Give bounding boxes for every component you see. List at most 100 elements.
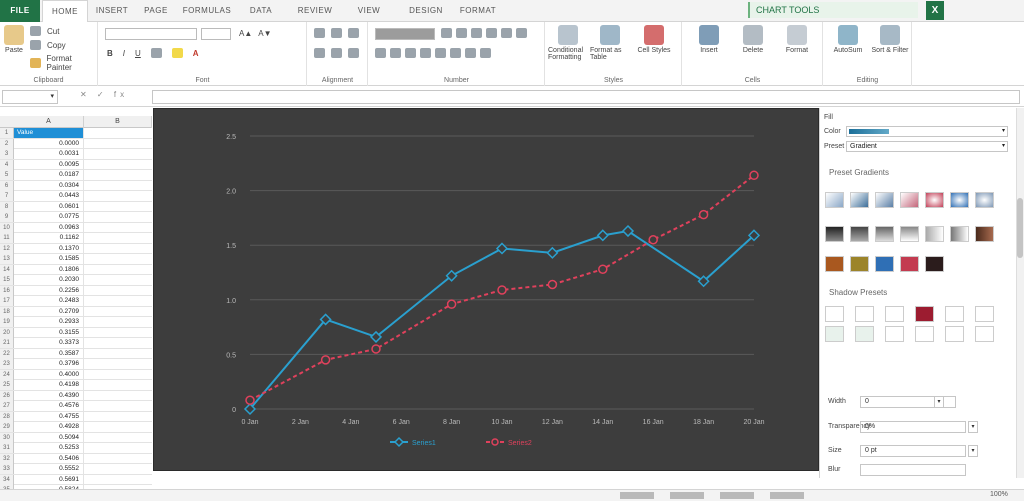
increase-decimal-icon[interactable] [486, 28, 497, 38]
name-box[interactable]: ▾ [2, 90, 58, 104]
value-cell[interactable]: 0.2709 [14, 306, 84, 317]
empty-cell[interactable] [84, 212, 152, 222]
row-number[interactable]: 27 [0, 401, 14, 411]
number-extra-icon[interactable] [465, 48, 476, 58]
formula-icons[interactable]: ✕ ✓ fx [80, 90, 128, 99]
row-number[interactable]: 20 [0, 327, 14, 338]
tab-format[interactable]: FORMAT [452, 0, 504, 22]
row-number[interactable]: 32 [0, 453, 14, 464]
row-number[interactable]: 28 [0, 411, 14, 422]
empty-cell[interactable] [84, 422, 152, 432]
row-number[interactable]: 25 [0, 380, 14, 390]
empty-cell[interactable] [84, 139, 152, 149]
merge-icon[interactable] [405, 48, 416, 58]
line-style-swatch[interactable] [885, 306, 904, 322]
empty-cell[interactable] [84, 475, 152, 485]
empty-cell[interactable] [84, 391, 152, 401]
cell-styles-button[interactable]: Cell Styles [634, 25, 674, 54]
tab-file[interactable]: FILE [0, 0, 40, 22]
empty-cell[interactable] [84, 433, 152, 443]
row-number[interactable]: 13 [0, 254, 14, 264]
line-style-swatch[interactable] [945, 306, 964, 322]
empty-cell[interactable] [84, 380, 152, 390]
size-spinner[interactable]: ▾ [968, 445, 978, 457]
gradient-swatch[interactable] [950, 192, 969, 208]
empty-cell[interactable] [84, 359, 152, 369]
value-cell[interactable]: 0.1162 [14, 233, 84, 243]
line-style-swatch[interactable] [975, 306, 994, 322]
line-style-swatch[interactable] [825, 326, 844, 342]
row-number[interactable]: 5 [0, 170, 14, 180]
gradient-swatch[interactable] [850, 226, 869, 242]
value-cell[interactable]: 0.4390 [14, 390, 84, 401]
value-cell[interactable]: 0.4000 [14, 369, 84, 380]
row-number[interactable]: 6 [0, 180, 14, 191]
line-style-swatch[interactable] [885, 326, 904, 342]
empty-cell[interactable] [84, 349, 152, 359]
row-number[interactable]: 26 [0, 390, 14, 401]
empty-cell[interactable] [84, 191, 152, 201]
width-spinner[interactable]: ▾ [934, 396, 944, 408]
tab-data[interactable]: DATA [236, 0, 286, 22]
solid-color-swatch[interactable] [825, 256, 844, 272]
row-number[interactable]: 11 [0, 233, 14, 243]
sort-filter-button[interactable]: Sort & Filter [870, 25, 910, 54]
color-select[interactable]: ▾ [846, 126, 1008, 137]
format-painter-button[interactable]: Format Painter [30, 54, 97, 72]
size-input[interactable]: 0 pt [860, 445, 966, 457]
align-center-icon[interactable] [331, 48, 342, 58]
value-cell[interactable]: 0.4198 [14, 380, 84, 390]
gradient-swatch[interactable] [850, 192, 869, 208]
gradient-swatch[interactable] [900, 192, 919, 208]
value-cell[interactable]: 0.0963 [14, 222, 84, 233]
value-cell[interactable]: 0.5691 [14, 474, 84, 485]
value-cell[interactable]: 0.4928 [14, 422, 84, 432]
italic-icon[interactable]: I [123, 49, 125, 58]
empty-cell[interactable] [84, 265, 152, 275]
font-size-select[interactable] [201, 28, 231, 40]
paste-button[interactable]: Paste [4, 25, 24, 54]
currency-icon[interactable] [441, 28, 452, 38]
empty-cell[interactable] [84, 254, 152, 264]
row-number[interactable]: 4 [0, 159, 14, 170]
gradient-swatch[interactable] [975, 192, 994, 208]
line-style-swatch[interactable] [855, 326, 874, 342]
line-style-swatch[interactable] [825, 306, 844, 322]
gradient-swatch[interactable] [975, 226, 994, 242]
empty-cell[interactable] [84, 317, 152, 327]
value-cell[interactable]: 0.0095 [14, 159, 84, 170]
gradient-swatch[interactable] [825, 192, 844, 208]
empty-cell[interactable] [84, 160, 152, 170]
empty-cell[interactable] [84, 275, 152, 285]
line-style-swatch[interactable] [945, 326, 964, 342]
row-number[interactable]: 16 [0, 285, 14, 296]
value-cell[interactable]: 0.0304 [14, 180, 84, 191]
preset-select[interactable]: Gradient ▾ [846, 141, 1008, 152]
empty-cell[interactable] [84, 443, 152, 453]
empty-cell[interactable] [84, 464, 152, 474]
empty-cell[interactable] [84, 328, 152, 338]
value-cell[interactable]: 0.0601 [14, 201, 84, 212]
empty-cell[interactable] [84, 170, 152, 180]
value-cell[interactable]: 0.0031 [14, 149, 84, 159]
align-top-icon[interactable] [314, 28, 325, 38]
line-style-swatch[interactable] [975, 326, 994, 342]
row-number[interactable]: 3 [0, 149, 14, 159]
formula-input[interactable] [152, 90, 1020, 104]
row-number[interactable]: 17 [0, 296, 14, 306]
solid-color-swatch[interactable] [850, 256, 869, 272]
empty-cell[interactable] [84, 286, 152, 296]
row-number[interactable]: 12 [0, 243, 14, 254]
decrease-decimal-icon[interactable] [501, 28, 512, 38]
autosum-button[interactable]: AutoSum [828, 25, 868, 54]
row-number[interactable]: 9 [0, 212, 14, 222]
solid-color-swatch[interactable] [925, 256, 944, 272]
align-right-icon[interactable] [348, 48, 359, 58]
value-cell[interactable]: 0.5552 [14, 464, 84, 474]
column-header-b[interactable]: B [84, 116, 152, 128]
shrink-font-icon[interactable]: A▼ [258, 29, 271, 38]
conditional-formatting-button[interactable]: Conditional Formatting [548, 25, 588, 61]
row-number[interactable]: 24 [0, 369, 14, 380]
value-cell[interactable]: 0.5406 [14, 453, 84, 464]
fill-color-icon[interactable] [171, 48, 183, 58]
